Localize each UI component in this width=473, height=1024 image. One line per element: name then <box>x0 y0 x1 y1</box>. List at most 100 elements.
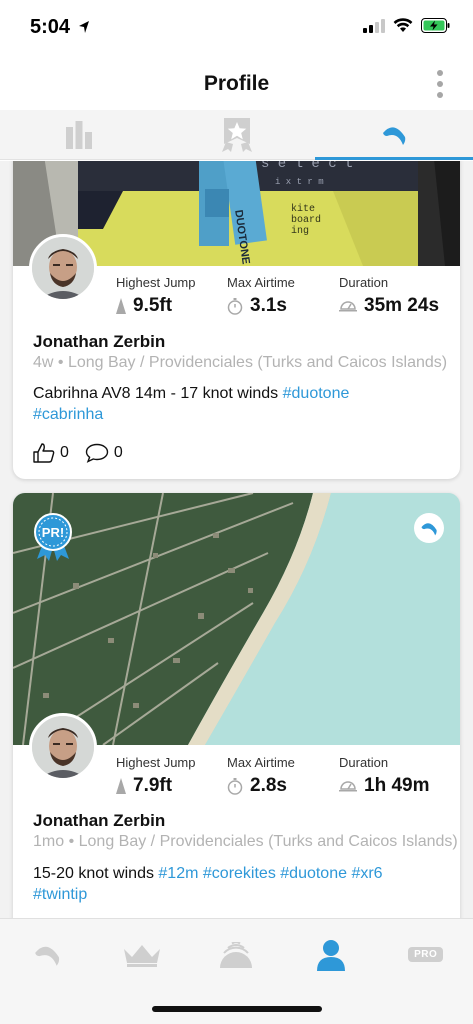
session-caption: 15-20 knot winds #12m #corekites #duoton… <box>33 863 443 905</box>
satellite-map-image <box>13 493 460 745</box>
kite-icon <box>383 126 406 145</box>
comment-button[interactable]: 0 <box>85 443 123 463</box>
session-card[interactable]: s e l e c t i x t r m DUOTONE kite board… <box>13 161 460 479</box>
svg-text:s e l e c t: s e l e c t <box>261 161 353 172</box>
person-icon <box>317 939 346 971</box>
more-dot-icon <box>437 92 443 98</box>
personal-record-badge: PR! <box>33 513 73 566</box>
hashtag-link[interactable]: #corekites <box>203 865 276 882</box>
nav-leaderboard[interactable] <box>95 919 190 990</box>
pr-badge-label: PR! <box>42 525 64 540</box>
location-arrow-icon <box>78 21 89 33</box>
photo-text-line3: ing <box>291 225 309 237</box>
stat-max-airtime: Max Airtime 2.8s <box>227 755 295 797</box>
pr-ribbon-icon: PR! <box>34 513 72 561</box>
hashtag-link[interactable]: #12m <box>158 865 198 882</box>
user-name[interactable]: Jonathan Zerbin <box>33 332 165 352</box>
status-icons <box>363 18 451 33</box>
status-time: 5:04 <box>30 16 90 39</box>
jump-icon <box>116 298 126 314</box>
thumbs-up-icon <box>33 443 55 463</box>
live-signal-icon <box>220 941 253 968</box>
battery-charging-icon <box>421 18 450 33</box>
session-meta: 1mo • Long Bay / Providenciales (Turks a… <box>33 833 458 850</box>
session-stats: Highest Jump 7.9ft Max Airtime 2.8s Dura… <box>116 755 456 805</box>
home-indicator-area <box>0 990 473 1024</box>
session-type-button[interactable] <box>414 513 444 543</box>
session-caption: Cabrihna AV8 14m - 17 knot winds #duoton… <box>33 383 443 425</box>
comment-bubble-icon <box>85 443 109 463</box>
session-meta: 4w • Long Bay / Providenciales (Turks an… <box>33 354 448 371</box>
svg-text:i x t r m: i x t r m <box>275 177 324 187</box>
stat-value: 35m 24s <box>364 295 440 316</box>
more-dot-icon <box>437 70 443 76</box>
comment-count: 0 <box>113 444 123 461</box>
wifi-icon <box>393 18 413 32</box>
stat-value: 9.5ft <box>133 295 173 316</box>
nav-live[interactable] <box>189 919 284 990</box>
photo-text-line1: kite <box>291 203 315 215</box>
hashtag-link[interactable]: #xr6 <box>351 865 382 882</box>
session-stats: Highest Jump 9.5ft Max Airtime 3.1s Dura… <box>116 275 456 325</box>
stat-value: 1h 49m <box>364 775 430 796</box>
pro-badge: PRO <box>408 947 444 962</box>
status-bar: 5:04 <box>0 0 473 56</box>
caption-text: Cabrihna AV8 14m - 17 knot winds <box>33 385 283 402</box>
stat-label: Duration <box>339 275 389 290</box>
nav-profile[interactable] <box>284 919 379 990</box>
stat-value: 3.1s <box>250 295 287 316</box>
stat-value-row: 35m 24s <box>339 295 439 317</box>
tab-badges[interactable] <box>158 110 316 159</box>
session-card[interactable]: PR! Highest Jump 7.9ft Max Airtime 2.8s … <box>13 493 460 918</box>
stat-label: Highest Jump <box>116 755 196 770</box>
stat-label: Duration <box>339 755 389 770</box>
more-options-button[interactable] <box>435 70 445 98</box>
bar-chart-icon <box>65 120 92 149</box>
header: Profile <box>0 56 473 110</box>
nav-pro[interactable]: PRO <box>378 919 473 990</box>
avatar[interactable] <box>29 713 97 781</box>
stat-highest-jump: Highest Jump 9.5ft <box>116 275 195 317</box>
stat-value-row: 1h 49m <box>339 775 429 797</box>
nav-sessions[interactable] <box>0 919 95 990</box>
hashtag-link[interactable]: #cabrinha <box>33 406 103 423</box>
tab-sessions[interactable] <box>315 110 473 160</box>
stat-label: Highest Jump <box>116 275 196 290</box>
photo-text-line2: board <box>291 214 321 226</box>
stat-highest-jump: Highest Jump 7.9ft <box>116 755 195 797</box>
stopwatch-icon <box>227 777 243 795</box>
session-map[interactable]: PR! <box>13 493 460 745</box>
stat-label: Max Airtime <box>227 275 295 290</box>
tab-stats[interactable] <box>0 110 158 159</box>
duration-icon <box>339 301 357 312</box>
hashtag-link[interactable]: #twintip <box>33 886 87 903</box>
avatar-image <box>32 237 94 299</box>
stat-value-row: 3.1s <box>227 295 295 317</box>
avatar-image <box>32 716 94 778</box>
user-name[interactable]: Jonathan Zerbin <box>33 811 165 831</box>
kite-icon <box>421 522 437 535</box>
jump-icon <box>116 778 126 794</box>
stopwatch-icon <box>227 297 243 315</box>
stat-value-row: 9.5ft <box>116 295 195 317</box>
stat-value-row: 2.8s <box>227 775 295 797</box>
hashtag-link[interactable]: #duotone <box>283 385 350 402</box>
stat-label: Max Airtime <box>227 755 295 770</box>
crown-icon <box>123 944 160 967</box>
cellular-signal-icon <box>363 18 385 33</box>
like-count: 0 <box>60 444 69 461</box>
caption-text: 15-20 knot winds <box>33 865 159 882</box>
like-button[interactable]: 0 <box>33 443 69 463</box>
activity-feed[interactable]: s e l e c t i x t r m DUOTONE kite board… <box>0 161 473 918</box>
session-actions: 0 0 <box>33 443 123 463</box>
status-time-text: 5:04 <box>30 16 71 38</box>
more-dot-icon <box>437 81 443 87</box>
page-title: Profile <box>203 72 270 95</box>
home-indicator[interactable] <box>152 1006 322 1012</box>
hashtag-link[interactable]: #duotone <box>280 865 347 882</box>
bottom-navigation: PRO <box>0 918 473 990</box>
stat-value: 2.8s <box>250 775 287 796</box>
duration-icon <box>339 781 357 792</box>
avatar[interactable] <box>29 234 97 302</box>
stat-value: 7.9ft <box>133 775 173 796</box>
